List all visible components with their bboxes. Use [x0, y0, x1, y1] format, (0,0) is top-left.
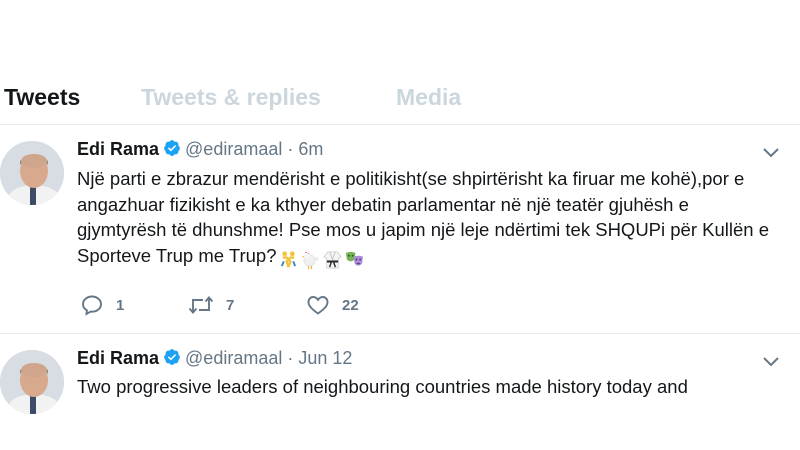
verified-icon — [163, 348, 181, 371]
tweet-header: Edi Rama @ediramaal · Jun 12 — [77, 348, 352, 371]
emoji-group — [279, 246, 367, 272]
tweet-text-container: Një parti e zbrazur mendërisht e politik… — [77, 166, 777, 271]
chevron-down-icon[interactable] — [762, 147, 780, 159]
like-count: 22 — [342, 296, 359, 314]
profile-tabs: Tweets Tweets & replies Media — [0, 80, 800, 125]
tweet-header: Edi Rama @ediramaal · 6m — [77, 139, 323, 162]
separator-dot: · — [287, 348, 294, 368]
author-handle[interactable]: @ediramaal — [185, 348, 282, 368]
wrestlers-emoji — [280, 251, 296, 268]
tweet-timestamp[interactable]: Jun 12 — [298, 348, 352, 368]
tweet-actions: 1 7 22 — [80, 293, 580, 317]
tweet[interactable]: Edi Rama @ediramaal · 6m Një parti e zbra… — [0, 125, 800, 334]
like-button[interactable]: 22 — [306, 293, 359, 317]
performing-arts-emoji — [345, 252, 363, 266]
retweet-icon — [188, 296, 214, 314]
avatar[interactable] — [0, 350, 64, 414]
like-icon — [307, 296, 329, 315]
tweet[interactable]: Edi Rama @ediramaal · Jun 12 Two progress… — [0, 334, 800, 450]
tweet-text: Two progressive leaders of neighbouring … — [77, 376, 688, 397]
chevron-down-icon[interactable] — [762, 356, 780, 368]
martial-arts-uniform-emoji — [323, 251, 341, 269]
tab-media[interactable]: Media — [396, 84, 461, 111]
tweet-timestamp[interactable]: 6m — [298, 139, 323, 159]
retweet-count: 7 — [226, 296, 235, 314]
author-handle[interactable]: @ediramaal — [185, 139, 282, 159]
tab-tweets[interactable]: Tweets — [4, 84, 80, 111]
reply-button[interactable]: 1 — [80, 293, 124, 317]
twitter-profile-timeline: Tweets Tweets & replies Media Edi Rama @e… — [0, 0, 800, 450]
avatar[interactable] — [0, 141, 64, 205]
author-name[interactable]: Edi Rama — [77, 348, 159, 368]
verified-icon — [163, 139, 181, 162]
reply-icon — [82, 295, 102, 316]
tweet-text: Një parti e zbrazur mendërisht e politik… — [77, 168, 769, 266]
tab-tweets-and-replies[interactable]: Tweets & replies — [141, 84, 321, 111]
separator-dot: · — [287, 139, 294, 159]
reply-count: 1 — [116, 296, 125, 314]
rooster-emoji — [301, 252, 318, 270]
retweet-button[interactable]: 7 — [188, 293, 234, 317]
author-name[interactable]: Edi Rama — [77, 139, 159, 159]
